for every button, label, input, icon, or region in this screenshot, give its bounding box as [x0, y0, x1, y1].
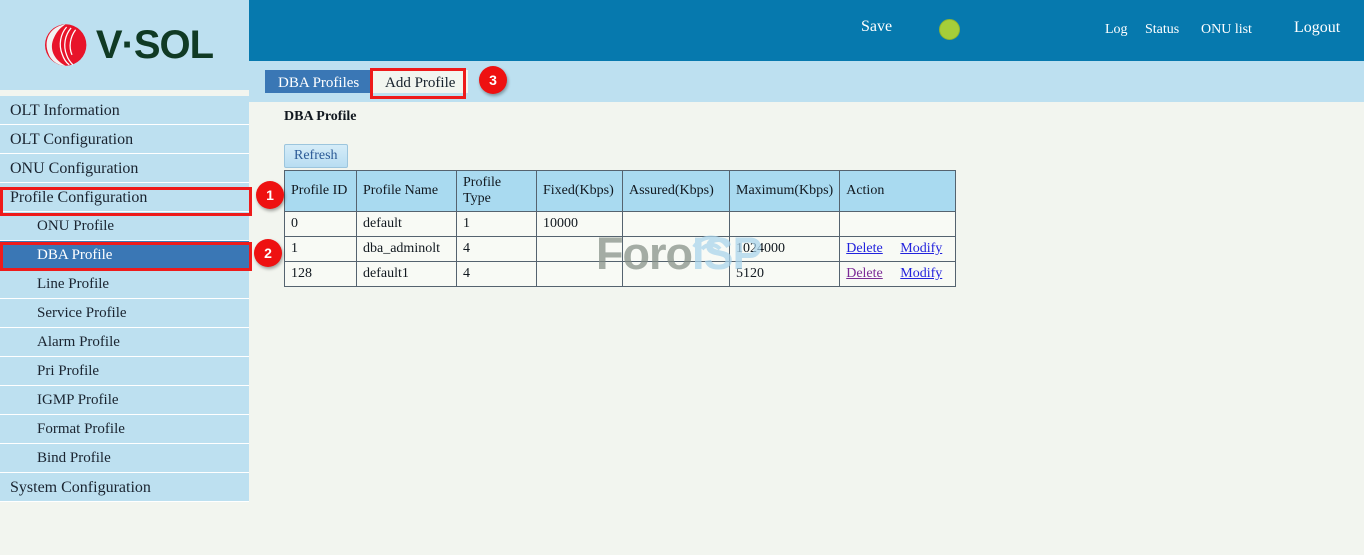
tab-dba-profiles[interactable]: DBA Profiles: [265, 70, 372, 93]
nav-link-onu-list[interactable]: ONU list: [1201, 22, 1252, 38]
dba-profile-table: Profile ID Profile Name Profile Type Fix…: [284, 170, 956, 287]
sidebar-item-system-configuration[interactable]: System Configuration: [0, 473, 249, 502]
sidebar-item-profile-configuration[interactable]: Profile Configuration: [0, 183, 249, 212]
cell-profile-name: dba_adminolt: [357, 237, 457, 262]
sidebar-item-pri-profile[interactable]: Pri Profile: [0, 357, 249, 386]
table-header-assured: Assured(Kbps): [623, 171, 730, 212]
page-title: DBA Profile: [284, 109, 356, 125]
sidebar-item-dba-profile[interactable]: DBA Profile: [0, 241, 249, 270]
cell-profile-id: 0: [285, 212, 357, 237]
annotation-marker-1: 1: [256, 181, 284, 209]
tab-strip: DBA Profiles Add Profile: [249, 61, 1364, 102]
sidebar-item-olt-information[interactable]: OLT Information: [0, 96, 249, 125]
table-header-profile-type: Profile Type: [457, 171, 537, 212]
table-header-profile-id: Profile ID: [285, 171, 357, 212]
green-status-dot-icon: [939, 19, 960, 40]
logout-button[interactable]: Logout: [1294, 19, 1340, 37]
cell-action: [840, 212, 956, 237]
save-button[interactable]: Save: [861, 18, 892, 36]
modify-link[interactable]: Modify: [900, 266, 942, 281]
sidebar-item-igmp-profile[interactable]: IGMP Profile: [0, 386, 249, 415]
cell-fixed: [537, 262, 623, 287]
cell-assured: [623, 262, 730, 287]
cell-fixed: 10000: [537, 212, 623, 237]
sidebar-item-service-profile[interactable]: Service Profile: [0, 299, 249, 328]
table-header-action: Action: [840, 171, 956, 212]
vsol-flame-logo-icon: [36, 18, 90, 72]
tab-add-profile[interactable]: Add Profile: [372, 70, 468, 93]
brand-logo-panel: V·SOL: [0, 0, 249, 90]
sidebar-item-alarm-profile[interactable]: Alarm Profile: [0, 328, 249, 357]
sidebar-item-bind-profile[interactable]: Bind Profile: [0, 444, 249, 473]
table-row: 128 default1 4 5120 Delete Modify: [285, 262, 956, 287]
cell-profile-id: 128: [285, 262, 357, 287]
cell-action: Delete Modify: [840, 262, 956, 287]
sidebar-item-line-profile[interactable]: Line Profile: [0, 270, 249, 299]
table-header-maximum: Maximum(Kbps): [730, 171, 840, 212]
brand-logo-text: V·SOL: [96, 23, 213, 68]
sidebar-item-olt-configuration[interactable]: OLT Configuration: [0, 125, 249, 154]
annotation-marker-3: 3: [479, 66, 507, 94]
cell-profile-name: default1: [357, 262, 457, 287]
cell-assured: [623, 237, 730, 262]
annotation-marker-2: 2: [254, 239, 282, 267]
cell-fixed: [537, 237, 623, 262]
modify-link[interactable]: Modify: [900, 241, 942, 256]
nav-link-log[interactable]: Log: [1105, 22, 1128, 38]
delete-link[interactable]: Delete: [846, 266, 883, 281]
delete-link[interactable]: Delete: [846, 241, 883, 256]
top-header-bar: Save Log Status ONU list Logout: [249, 0, 1364, 61]
cell-maximum: [730, 212, 840, 237]
cell-maximum: 1024000: [730, 237, 840, 262]
cell-profile-name: default: [357, 212, 457, 237]
sidebar-nav: OLT Information OLT Configuration ONU Co…: [0, 96, 249, 502]
cell-profile-type: 4: [457, 262, 537, 287]
cell-profile-type: 4: [457, 237, 537, 262]
cell-assured: [623, 212, 730, 237]
table-row: 1 dba_adminolt 4 1024000 Delete Modify: [285, 237, 956, 262]
refresh-button[interactable]: Refresh: [284, 144, 348, 168]
main-content: DBA Profile Refresh Profile ID Profile N…: [249, 102, 1364, 555]
sidebar-item-onu-profile[interactable]: ONU Profile: [0, 212, 249, 241]
cell-profile-id: 1: [285, 237, 357, 262]
sidebar-item-onu-configuration[interactable]: ONU Configuration: [0, 154, 249, 183]
sidebar-item-format-profile[interactable]: Format Profile: [0, 415, 249, 444]
table-header-fixed: Fixed(Kbps): [537, 171, 623, 212]
table-row: 0 default 1 10000: [285, 212, 956, 237]
table-header-row: Profile ID Profile Name Profile Type Fix…: [285, 171, 956, 212]
table-header-profile-name: Profile Name: [357, 171, 457, 212]
cell-action: Delete Modify: [840, 237, 956, 262]
nav-link-status[interactable]: Status: [1145, 22, 1179, 38]
cell-profile-type: 1: [457, 212, 537, 237]
cell-maximum: 5120: [730, 262, 840, 287]
